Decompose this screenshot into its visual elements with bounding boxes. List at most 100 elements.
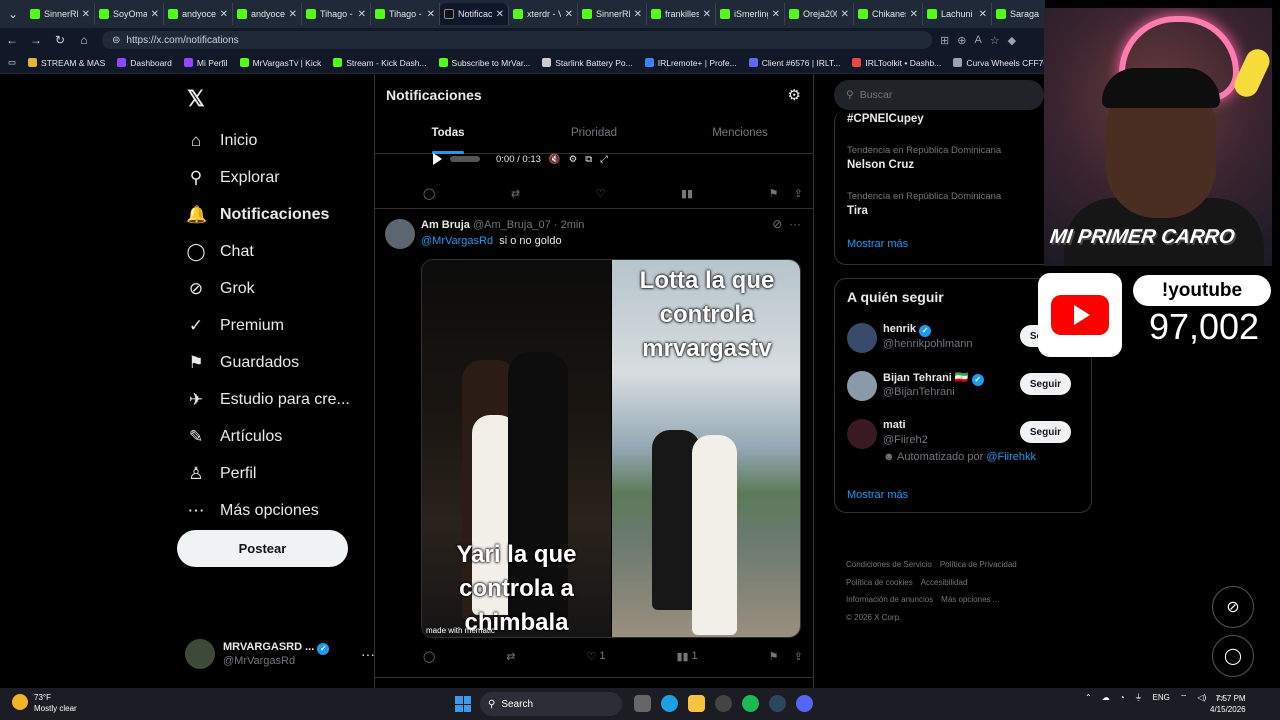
refresh-icon[interactable]: ↻ bbox=[48, 33, 72, 47]
home-browser-icon[interactable]: ⌂ bbox=[72, 33, 96, 47]
start-button-icon[interactable] bbox=[455, 696, 471, 712]
sidebar-item-more[interactable]: ⋯ Más opciones bbox=[175, 492, 350, 529]
bookmark-item[interactable]: Dashboard bbox=[117, 57, 172, 68]
mention-link[interactable]: @MrVargasRd bbox=[421, 235, 493, 247]
file-explorer-icon[interactable] bbox=[688, 695, 705, 712]
bookmarks-menu-icon[interactable]: ▭ bbox=[8, 57, 16, 68]
close-icon[interactable]: ✕ bbox=[841, 9, 849, 20]
volume-icon[interactable]: ◁) bbox=[1197, 693, 1206, 702]
sidebar-item-bell[interactable]: 🔔 Notificaciones bbox=[175, 196, 350, 233]
site-info-icon[interactable]: ⊜ bbox=[112, 35, 120, 46]
views-icon[interactable]: ▮▮ bbox=[681, 184, 693, 202]
browser-tab[interactable]: Tihago - ✕ bbox=[302, 3, 371, 25]
close-icon[interactable]: ✕ bbox=[772, 9, 780, 20]
like-button[interactable]: ♡ 1 bbox=[586, 647, 605, 665]
reply-icon[interactable]: ◯ bbox=[423, 184, 435, 202]
url-field[interactable]: ⊜ https://x.com/notifications bbox=[102, 31, 932, 49]
close-icon[interactable]: ✕ bbox=[565, 9, 573, 20]
play-icon[interactable] bbox=[433, 153, 442, 165]
like-icon[interactable]: ♡ bbox=[596, 184, 606, 202]
tweet[interactable]: Am Bruja @Am_Bruja_07 · 2min ⊘ ··· @MrVa… bbox=[375, 208, 813, 663]
sidebar-item-grok[interactable]: ⊘ Grok bbox=[175, 270, 350, 307]
reply-icon[interactable]: ◯ bbox=[423, 647, 435, 665]
browser-tab[interactable]: andyocea ✕ bbox=[233, 3, 302, 25]
footer-link[interactable]: Política de Privacidad bbox=[940, 560, 1017, 569]
trend-item[interactable]: Tira bbox=[847, 205, 868, 217]
footer-link[interactable]: Más opciones ... bbox=[941, 595, 999, 604]
tab-menciones[interactable]: Menciones bbox=[667, 118, 813, 154]
follow-button[interactable]: Seguir bbox=[1019, 421, 1071, 443]
close-icon[interactable]: ✕ bbox=[427, 9, 435, 20]
onedrive-icon[interactable]: ☁ bbox=[1102, 693, 1110, 702]
footer-link[interactable]: Política de cookies bbox=[846, 578, 913, 587]
close-icon[interactable]: ✕ bbox=[289, 9, 297, 20]
sidebar-item-profile[interactable]: ♙ Perfil bbox=[175, 455, 350, 492]
browser-tab[interactable]: Lachuni ✕ bbox=[923, 3, 992, 25]
bookmark-item[interactable]: IRLToolkit • Dashb... bbox=[852, 57, 941, 68]
wifi-icon[interactable]: ⌔ bbox=[1180, 693, 1188, 703]
follow-row[interactable]: mati @Fiireh2 ☻ Automatizado por @Fiireh… bbox=[847, 419, 1081, 463]
spotify-icon[interactable] bbox=[742, 695, 759, 712]
views-button[interactable]: ▮▮ 1 bbox=[676, 647, 697, 665]
taskbar-search[interactable]: ⚲ Search bbox=[480, 692, 622, 716]
browser-tab[interactable]: SinnerRD ✕ bbox=[26, 3, 95, 25]
avatar[interactable] bbox=[847, 323, 877, 353]
footer-link[interactable]: Información de anuncios bbox=[846, 595, 933, 604]
grok-fab-icon[interactable]: ⊘ bbox=[1212, 586, 1254, 628]
messages-fab-icon[interactable]: ◯ bbox=[1212, 635, 1254, 677]
extension-icon[interactable]: ◆ bbox=[1008, 34, 1016, 47]
repost-icon[interactable]: ⇄ bbox=[506, 647, 515, 665]
mic-icon[interactable]: ⏚ bbox=[1135, 692, 1143, 703]
bookmark-item[interactable]: Mi Perfil bbox=[183, 57, 228, 68]
browser-tab[interactable]: andyocea ✕ bbox=[164, 3, 233, 25]
trend-item[interactable]: Nelson Cruz bbox=[847, 159, 914, 171]
settings-icon[interactable]: ⚙ bbox=[569, 154, 578, 165]
x-logo-icon[interactable]: 𝕏 bbox=[187, 86, 205, 112]
grok-icon[interactable]: ⊘ bbox=[772, 217, 782, 231]
browser-tab[interactable]: SinnerRD ✕ bbox=[578, 3, 647, 25]
obs-icon[interactable] bbox=[715, 695, 732, 712]
close-icon[interactable]: ✕ bbox=[496, 9, 504, 20]
follow-button[interactable]: Seguir bbox=[1019, 373, 1071, 395]
more-dots-icon[interactable]: ··· bbox=[789, 217, 801, 231]
show-more-link[interactable]: Mostrar más bbox=[847, 489, 908, 501]
mute-icon[interactable]: 🔇 bbox=[549, 154, 561, 165]
browser-tab[interactable]: Saraga✕ bbox=[992, 3, 1045, 25]
browser-tab[interactable]: xterdr - V ✕ bbox=[509, 3, 578, 25]
account-switcher[interactable]: MRVARGASRD ... ✓ @MrVargasRd ··· bbox=[185, 636, 375, 672]
sidebar-item-rocket[interactable]: ✈ Estudio para cre... bbox=[175, 381, 350, 418]
close-icon[interactable]: ✕ bbox=[703, 9, 711, 20]
post-button[interactable]: Postear bbox=[177, 530, 348, 567]
steam-icon[interactable] bbox=[769, 695, 786, 712]
bookmark-icon[interactable]: ⚑ ⇪ bbox=[769, 184, 803, 202]
footer-link[interactable]: Condiciones de Servicio bbox=[846, 560, 932, 569]
clock[interactable]: 7:57 PM 4/15/2026 bbox=[1210, 693, 1246, 715]
browser-tab[interactable]: SoyOmar ✕ bbox=[95, 3, 164, 25]
sidebar-item-chat[interactable]: ◯ Chat bbox=[175, 233, 350, 270]
browser-tab[interactable]: Chikanes ✕ bbox=[854, 3, 923, 25]
avatar[interactable] bbox=[385, 219, 415, 249]
tweet-handle[interactable]: @Am_Bruja_07 bbox=[473, 219, 551, 231]
avatar[interactable] bbox=[847, 419, 877, 449]
task-view-icon[interactable] bbox=[634, 695, 651, 712]
close-icon[interactable]: ✕ bbox=[151, 9, 159, 20]
sidebar-item-home[interactable]: ⌂ Inicio bbox=[175, 122, 350, 159]
pip-icon[interactable]: ⧉ bbox=[585, 154, 592, 165]
footer-link[interactable]: Accesibilidad bbox=[921, 578, 968, 587]
browser-tab[interactable]: Oreja200 ✕ bbox=[785, 3, 854, 25]
video-progress[interactable] bbox=[450, 156, 480, 162]
discord-icon[interactable] bbox=[796, 695, 813, 712]
sidebar-item-premium[interactable]: ✓ Premium bbox=[175, 307, 350, 344]
browser-tab[interactable]: iSmerling ✕ bbox=[716, 3, 785, 25]
bookmark-item[interactable]: Starlink Battery Po... bbox=[542, 57, 633, 68]
show-more-link[interactable]: Mostrar más bbox=[847, 238, 908, 250]
language-indicator[interactable]: ENG bbox=[1153, 693, 1170, 702]
more-dots-icon[interactable]: ··· bbox=[361, 646, 375, 662]
bookmark-item[interactable]: MrVargasTv | Kick bbox=[239, 57, 321, 68]
close-icon[interactable]: ✕ bbox=[910, 9, 918, 20]
app-icon[interactable]: ⊞ bbox=[940, 34, 949, 47]
edge-icon[interactable] bbox=[661, 695, 678, 712]
zoom-icon[interactable]: ⊕ bbox=[957, 34, 966, 47]
back-icon[interactable]: ← bbox=[0, 33, 24, 47]
bookmark-item[interactable]: STREAM & MAS bbox=[28, 57, 105, 68]
